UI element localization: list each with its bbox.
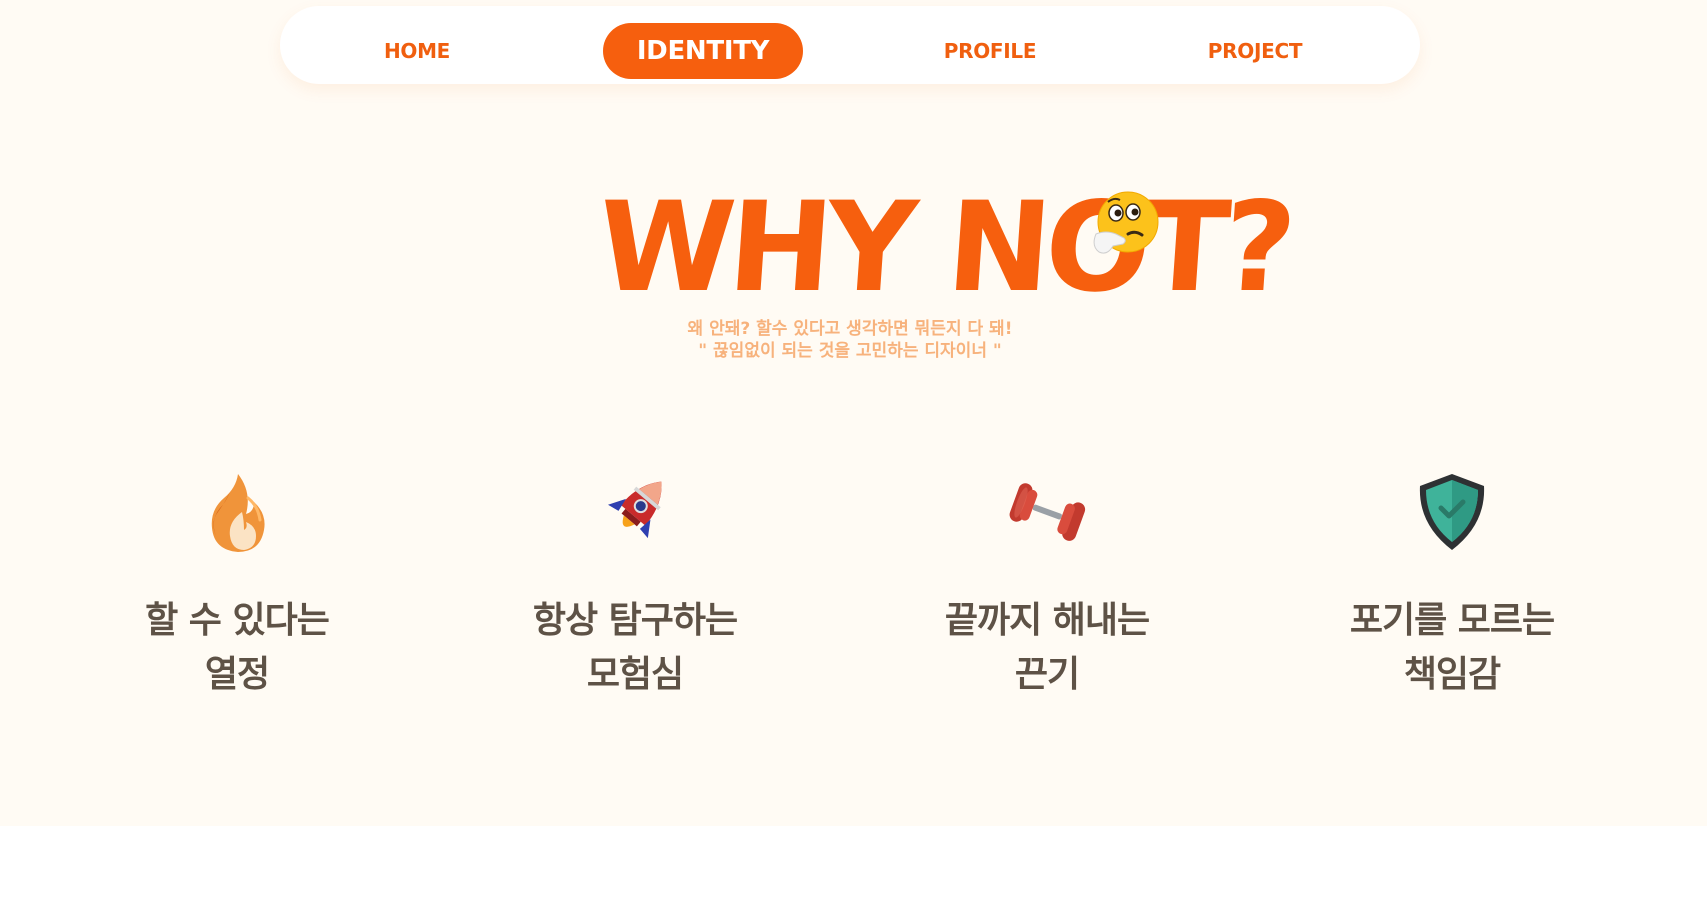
- value-passion-line-1: 할 수 있다는: [145, 600, 330, 641]
- shield-check-icon: [1419, 474, 1485, 550]
- nav-identity[interactable]: IDENTITY: [603, 23, 803, 79]
- hero-title: WHY NOT?: [592, 176, 1295, 320]
- value-passion-line-2: 열정: [204, 654, 270, 695]
- hero-subtitle: 왜 안돼? 할수 있다고 생각하면 뭐든지 다 돼! " 끊임없이 되는 것을 …: [560, 318, 1140, 362]
- nav-project[interactable]: PROJECT: [1175, 23, 1335, 79]
- nav-profile[interactable]: PROFILE: [915, 23, 1065, 79]
- nav-home[interactable]: HOME: [342, 23, 492, 79]
- value-responsibility-line-2: 책임감: [1403, 654, 1501, 695]
- value-adventure: 항상 탐구하는 모험심: [485, 468, 785, 702]
- fire-icon: [211, 474, 265, 552]
- value-grit-line-1: 끝까지 해내는: [944, 600, 1150, 641]
- subtitle-line-1: 왜 안돼? 할수 있다고 생각하면 뭐든지 다 돼!: [687, 319, 1013, 339]
- subtitle-line-2: " 끊임없이 되는 것을 고민하는 디자이너 ": [698, 341, 1002, 361]
- dumbbell-icon: [1009, 483, 1086, 541]
- value-grit-line-2: 끈기: [1014, 654, 1080, 695]
- value-passion: 할 수 있다는 열정: [87, 468, 387, 702]
- thinking-face-icon: [1093, 191, 1159, 254]
- value-adventure-line-2: 모험심: [586, 654, 684, 695]
- identity-section: HOME IDENTITY PROFILE PROJECT WHY NOT? 왜…: [0, 0, 1707, 826]
- value-responsibility-line-1: 포기를 모르는: [1349, 600, 1555, 641]
- value-responsibility: 포기를 모르는 책임감: [1302, 468, 1602, 702]
- value-adventure-line-1: 항상 탐구하는: [532, 600, 738, 641]
- rocket-icon: [608, 481, 662, 539]
- value-grit: 끝까지 해내는 끈기: [897, 468, 1197, 702]
- top-navigation: HOME IDENTITY PROFILE PROJECT: [280, 6, 1420, 84]
